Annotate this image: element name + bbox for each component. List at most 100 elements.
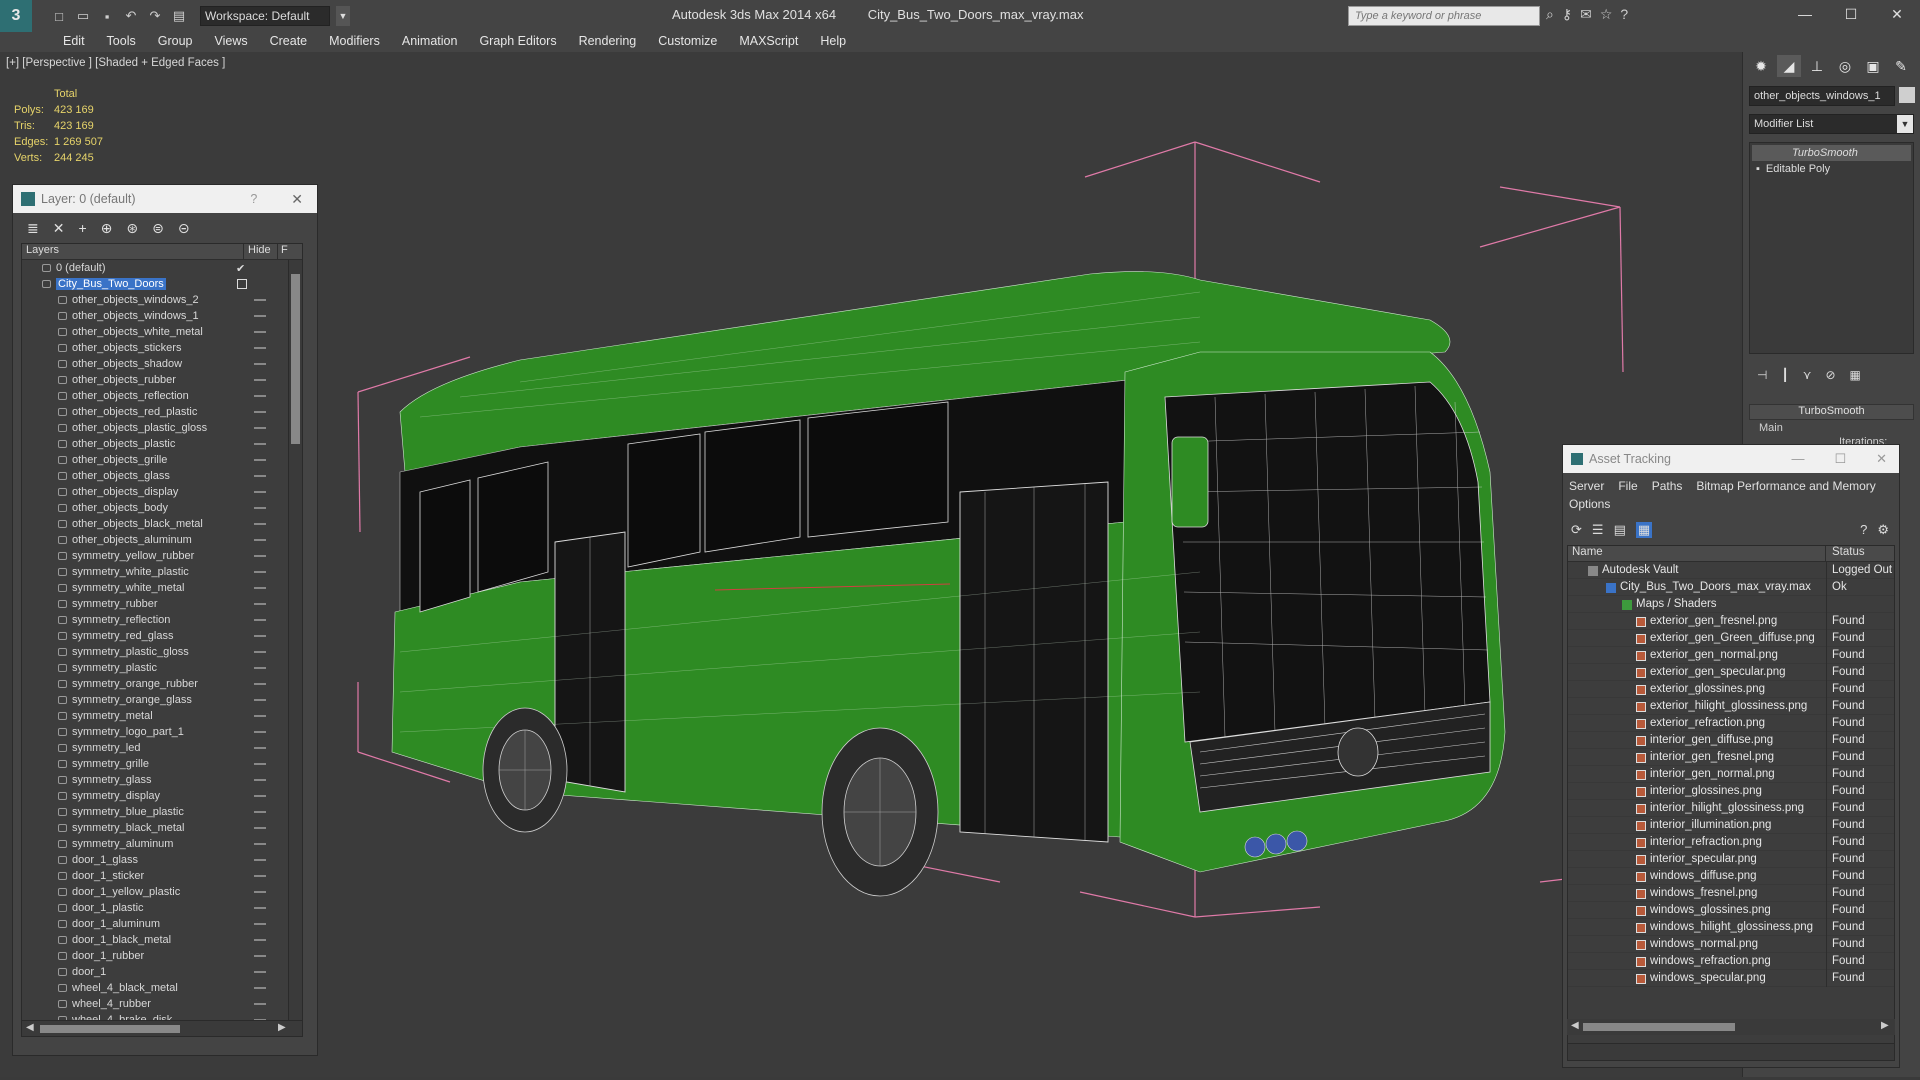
- layer-object-row[interactable]: other_objects_rubber: [22, 372, 302, 388]
- layer-object-row[interactable]: symmetry_metal: [22, 708, 302, 724]
- show-end-result-icon[interactable]: ┃: [1781, 368, 1788, 382]
- layer-object-row[interactable]: other_objects_aluminum: [22, 532, 302, 548]
- hide-toggle[interactable]: [254, 987, 266, 989]
- hide-toggle[interactable]: [254, 779, 266, 781]
- create-tab-icon[interactable]: ✹: [1749, 55, 1773, 77]
- hide-toggle[interactable]: [254, 635, 266, 637]
- layer-object-row[interactable]: symmetry_plastic_gloss: [22, 644, 302, 660]
- layer-object-row[interactable]: symmetry_reflection: [22, 612, 302, 628]
- hide-toggle[interactable]: [254, 363, 266, 365]
- hide-toggle[interactable]: [254, 907, 266, 909]
- menu-group[interactable]: Group: [147, 32, 204, 52]
- asset-row-map[interactable]: windows_specular.png Found: [1568, 970, 1894, 987]
- maximize-icon[interactable]: ☐: [1828, 0, 1874, 28]
- maximize-icon[interactable]: ☐: [1834, 451, 1846, 467]
- hide-toggle[interactable]: [254, 587, 266, 589]
- asset-row-map[interactable]: windows_hilight_glossiness.png Found: [1568, 919, 1894, 936]
- hide-toggle[interactable]: [254, 811, 266, 813]
- add-layer-icon[interactable]: +: [78, 220, 86, 236]
- asset-row-map[interactable]: windows_diffuse.png Found: [1568, 868, 1894, 885]
- scroll-left-icon[interactable]: ◀: [26, 1022, 34, 1033]
- communication-icon[interactable]: ✉: [1580, 6, 1592, 23]
- chevron-down-icon[interactable]: ▼: [336, 6, 350, 26]
- search-input[interactable]: Type a keyword or phrase: [1348, 6, 1540, 26]
- stack-item-turbosmooth[interactable]: TurboSmooth: [1752, 145, 1911, 161]
- layer-object-row[interactable]: door_1_plastic: [22, 900, 302, 916]
- asset-row-map[interactable]: exterior_gen_normal.png Found: [1568, 647, 1894, 664]
- hide-toggle[interactable]: [254, 459, 266, 461]
- menu-create[interactable]: Create: [259, 32, 319, 52]
- highlight-layer-icon[interactable]: ⊜: [152, 220, 164, 237]
- hide-toggle[interactable]: [254, 843, 266, 845]
- hide-toggle[interactable]: [254, 443, 266, 445]
- asset-row-map[interactable]: windows_refraction.png Found: [1568, 953, 1894, 970]
- hide-toggle[interactable]: [254, 939, 266, 941]
- active-layer-checkbox[interactable]: [237, 279, 247, 289]
- remove-modifier-icon[interactable]: ⊘: [1825, 368, 1835, 382]
- menu-file[interactable]: File: [1618, 479, 1637, 493]
- configure-modifier-sets-icon[interactable]: ▦: [1850, 368, 1861, 382]
- layer-object-row[interactable]: door_1_glass: [22, 852, 302, 868]
- layer-object-row[interactable]: symmetry_black_metal: [22, 820, 302, 836]
- scroll-left-icon[interactable]: ◀: [1571, 1020, 1579, 1031]
- hide-toggle[interactable]: [254, 603, 266, 605]
- scroll-right-icon[interactable]: ▶: [1881, 1020, 1889, 1031]
- asset-row-map[interactable]: exterior_glossines.png Found: [1568, 681, 1894, 698]
- help-icon[interactable]: ?: [250, 192, 257, 206]
- layer-object-row[interactable]: symmetry_orange_rubber: [22, 676, 302, 692]
- close-icon[interactable]: ✕: [1876, 451, 1887, 467]
- key-icon[interactable]: ⚷: [1562, 6, 1572, 23]
- save-icon[interactable]: ▪: [98, 7, 116, 25]
- layer-object-row[interactable]: symmetry_orange_glass: [22, 692, 302, 708]
- menu-customize[interactable]: Customize: [647, 32, 728, 52]
- layer-object-row[interactable]: other_objects_body: [22, 500, 302, 516]
- hide-toggle[interactable]: [254, 955, 266, 957]
- delete-layer-icon[interactable]: ✕: [53, 220, 65, 237]
- asset-row-map[interactable]: interior_illumination.png Found: [1568, 817, 1894, 834]
- asset-path-field[interactable]: [1567, 1043, 1895, 1061]
- star-icon[interactable]: ☆: [1600, 6, 1613, 23]
- asset-row-map[interactable]: interior_specular.png Found: [1568, 851, 1894, 868]
- project-folder-icon[interactable]: ▤: [170, 7, 188, 25]
- layer-object-row[interactable]: other_objects_windows_2: [22, 292, 302, 308]
- help-icon[interactable]: ?: [1620, 6, 1628, 23]
- layer-row-default[interactable]: 0 (default) ✔: [22, 260, 302, 276]
- layer-object-row[interactable]: other_objects_shadow: [22, 356, 302, 372]
- asset-row-maps-group[interactable]: Maps / Shaders: [1568, 596, 1894, 613]
- layer-object-row[interactable]: other_objects_plastic_gloss: [22, 420, 302, 436]
- layer-object-row[interactable]: symmetry_grille: [22, 756, 302, 772]
- hide-toggle[interactable]: [254, 523, 266, 525]
- layer-object-row[interactable]: other_objects_glass: [22, 468, 302, 484]
- hide-toggle[interactable]: [254, 971, 266, 973]
- table-view-icon[interactable]: ▦: [1635, 522, 1653, 538]
- hide-toggle[interactable]: [254, 699, 266, 701]
- asset-row-map[interactable]: exterior_hilight_glossiness.png Found: [1568, 698, 1894, 715]
- horizontal-scrollbar[interactable]: ◀ ▶: [1567, 1019, 1895, 1035]
- hide-toggle[interactable]: [254, 891, 266, 893]
- minimize-icon[interactable]: —: [1782, 0, 1828, 28]
- asset-row-map[interactable]: windows_normal.png Found: [1568, 936, 1894, 953]
- minimize-icon[interactable]: —: [1791, 451, 1804, 467]
- layer-object-row[interactable]: symmetry_white_plastic: [22, 564, 302, 580]
- layers-icon[interactable]: ≣: [27, 220, 39, 237]
- hide-toggle[interactable]: [254, 619, 266, 621]
- hide-all-icon[interactable]: ⊝: [178, 220, 190, 237]
- column-hide[interactable]: Hide: [244, 244, 278, 259]
- redo-icon[interactable]: ↷: [146, 7, 164, 25]
- binoculars-icon[interactable]: ⌕: [1546, 6, 1554, 23]
- scroll-thumb[interactable]: [291, 274, 300, 444]
- hide-toggle[interactable]: [254, 571, 266, 573]
- layer-object-row[interactable]: other_objects_plastic: [22, 436, 302, 452]
- modify-tab-icon[interactable]: ◢: [1777, 55, 1801, 77]
- close-icon[interactable]: ✕: [1874, 0, 1920, 28]
- layer-object-row[interactable]: symmetry_rubber: [22, 596, 302, 612]
- menu-tools[interactable]: Tools: [96, 32, 147, 52]
- menu-graph-editors[interactable]: Graph Editors: [468, 32, 567, 52]
- menu-views[interactable]: Views: [203, 32, 258, 52]
- layer-object-row[interactable]: symmetry_led: [22, 740, 302, 756]
- layer-object-row[interactable]: door_1_black_metal: [22, 932, 302, 948]
- menu-edit[interactable]: Edit: [52, 32, 96, 52]
- menu-animation[interactable]: Animation: [391, 32, 469, 52]
- detail-view-icon[interactable]: ▤: [1614, 522, 1626, 538]
- hide-toggle[interactable]: [254, 299, 266, 301]
